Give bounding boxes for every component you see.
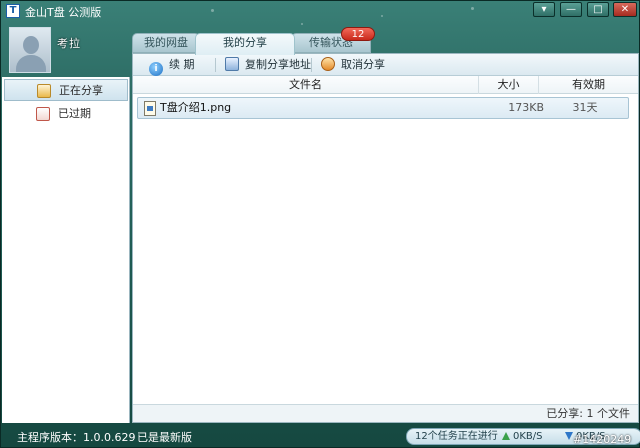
tab-my-share[interactable]: 我的分享 [195, 33, 295, 55]
sidebar-item-sharing[interactable]: 正在分享 [4, 79, 128, 101]
tab-my-disk[interactable]: 我的网盘 [132, 33, 200, 53]
panel-status-bar: 已分享: 1 个文件 [133, 404, 638, 422]
column-header-name[interactable]: 文件名 [133, 76, 479, 94]
close-button[interactable]: ✕ [613, 2, 637, 17]
task-count-text: 12个任务正在进行 [415, 431, 498, 442]
calendar-icon [36, 107, 50, 121]
toolbar: i 续 期 复制分享地址 取消分享 [133, 54, 638, 76]
title-bar[interactable]: T 金山T盘 公测版 ▾ — □ ✕ [1, 1, 639, 21]
image-file-icon [144, 101, 156, 116]
file-expire: 31天 [572, 101, 598, 114]
column-header-size[interactable]: 大小 [479, 76, 539, 94]
table-row[interactable]: T盘介绍1.png 173KB 31天 [137, 97, 629, 119]
avatar-body-icon [16, 55, 46, 72]
share-count: 已分享: 1 个文件 [546, 407, 630, 420]
column-header-expire[interactable]: 有效期 [539, 76, 638, 94]
menu-button[interactable]: ▾ [533, 2, 555, 17]
copy-share-link-button[interactable]: 复制分享地址 [225, 57, 311, 73]
renew-button[interactable]: i续 期 [149, 57, 195, 76]
watermark: #1420249 [573, 433, 632, 446]
file-size: 173KB [508, 101, 544, 114]
share-folder-icon [37, 84, 51, 98]
transfer-count-badge: 12 [341, 27, 375, 41]
sidebar-item-label: 正在分享 [59, 84, 103, 97]
upload-speed: 0KB/S [513, 431, 543, 442]
avatar-head-icon [23, 36, 39, 54]
file-name: T盘介绍1.png [160, 101, 232, 114]
version-text: 主程序版本：1.0.0.629 [17, 431, 136, 444]
copy-icon [225, 57, 239, 71]
toolbar-divider [215, 58, 216, 72]
renew-label: 续 期 [169, 58, 195, 71]
avatar[interactable] [9, 27, 51, 73]
window-title: 金山T盘 公测版 [25, 6, 102, 19]
status-bar: 主程序版本：1.0.0.629 已是最新版 12个任务正在进行 0KB/S 0K… [1, 425, 640, 447]
main-panel: i 续 期 复制分享地址 取消分享 文件名 大小 有效期 T盘介绍1.png 17… [132, 53, 639, 423]
sparkle-decoration [301, 23, 303, 25]
username[interactable]: 考拉 [57, 35, 81, 51]
sidebar: 正在分享 已过期 [2, 77, 130, 423]
copy-label: 复制分享地址 [245, 58, 311, 71]
cancel-label: 取消分享 [341, 58, 385, 71]
app-logo-icon: T [6, 4, 20, 18]
sidebar-item-expired[interactable]: 已过期 [4, 103, 128, 125]
table-header: 文件名 大小 有效期 [133, 76, 638, 94]
minimize-button[interactable]: — [560, 2, 582, 17]
maximize-button[interactable]: □ [587, 2, 609, 17]
cancel-share-icon [321, 57, 335, 71]
sidebar-item-label: 已过期 [58, 107, 91, 120]
update-status: 已是最新版 [137, 431, 192, 444]
app-window: T 金山T盘 公测版 ▾ — □ ✕ 考拉 我的网盘 传输状态 我的分享 12 … [0, 0, 640, 448]
cancel-share-button[interactable]: 取消分享 [321, 57, 385, 73]
download-arrow-icon [565, 432, 573, 440]
info-icon: i [149, 62, 163, 76]
upload-arrow-icon [502, 432, 510, 440]
toolbar-divider [311, 58, 312, 72]
